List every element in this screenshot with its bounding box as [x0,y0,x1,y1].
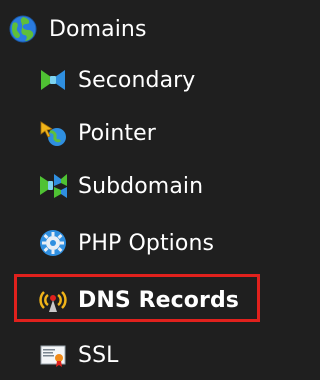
sidebar-item-label: SSL [78,342,119,368]
sidebar-item-label: Pointer [78,120,156,146]
sidebar-item-secondary[interactable]: Secondary [38,60,195,100]
sidebar-item-label: Subdomain [78,173,204,199]
ssl-certificate-icon [38,340,68,370]
sidebar-item-label: DNS Records [78,287,239,313]
sidebar-item-label: PHP Options [78,230,215,256]
sidebar-item-label: Domains [49,16,147,42]
php-gear-icon [38,228,68,258]
sidebar-item-pointer[interactable]: Pointer [38,113,156,153]
dns-antenna-icon [38,285,68,315]
sidebar-item-dns-records[interactable]: DNS Records [38,280,239,320]
sidebar-menu: Domains Secondary Pointer Subdomain PHP … [0,0,286,380]
sidebar-item-label: Secondary [78,67,196,93]
bowtie-domains-icon [38,65,68,95]
sidebar-item-subdomain[interactable]: Subdomain [38,166,203,206]
globe-icon [8,14,38,44]
sidebar-item-domains[interactable]: Domains [8,9,147,49]
sidebar-item-ssl[interactable]: SSL [38,335,119,375]
pointer-arrow-icon [38,118,68,148]
subdomain-icon [38,171,68,201]
sidebar-item-php-options[interactable]: PHP Options [38,223,214,263]
